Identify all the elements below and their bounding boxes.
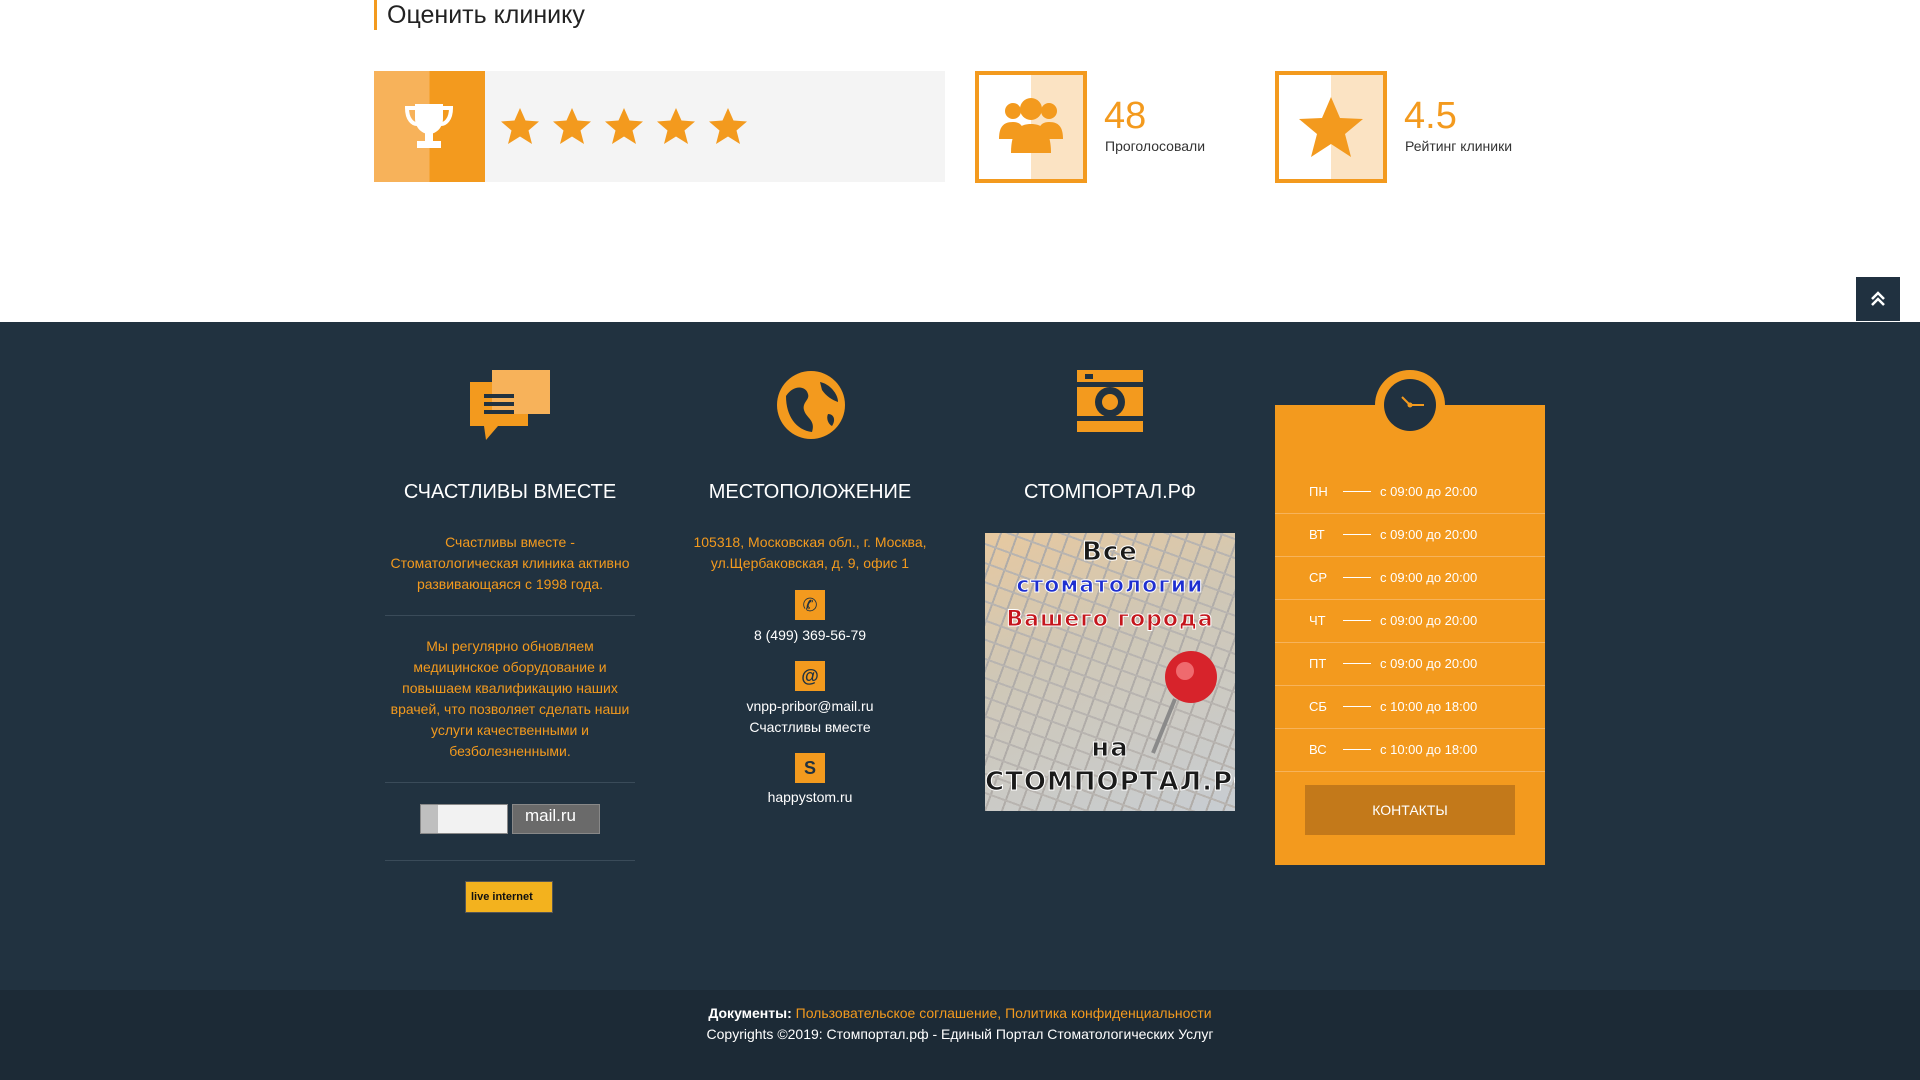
bottom-bar: Документы: Пользовательское соглашение, … xyxy=(0,990,1920,1080)
rating-star-4[interactable] xyxy=(654,104,698,148)
star-icon xyxy=(553,108,591,144)
camera-icon xyxy=(1077,370,1143,432)
schedule-time: с 09:00 до 20:00 xyxy=(1380,613,1478,628)
mail-counter-label: mail.ru xyxy=(525,806,577,825)
schedule-time: с 10:00 до 18:00 xyxy=(1380,742,1478,757)
users-group-icon xyxy=(999,98,1063,153)
liveinternet-label: live internet xyxy=(471,891,533,903)
trophy-tile xyxy=(374,71,485,182)
address: 105318, Московская обл., г. Москва, ул.Щ… xyxy=(693,534,927,571)
schedule-row: ВТ с 09:00 до 20:00 xyxy=(1275,513,1545,557)
rating-star-1[interactable] xyxy=(498,104,542,148)
banner-line-4: на xyxy=(1091,733,1129,764)
schedule-time: с 09:00 до 20:00 xyxy=(1380,570,1478,585)
schedule-day: ПН xyxy=(1309,484,1328,499)
scroll-to-top-button[interactable] xyxy=(1856,277,1900,321)
user-agreement-link[interactable]: Пользовательское соглашение xyxy=(796,1005,998,1021)
rating-tile xyxy=(1275,71,1387,183)
banner-line-5: СТОМПОРТАЛ.РФ xyxy=(985,767,1235,798)
counter-badge-yandex[interactable] xyxy=(420,804,508,834)
rating-star-2[interactable] xyxy=(550,104,594,148)
trophy-icon xyxy=(404,104,454,148)
chat-bubbles-icon xyxy=(470,370,550,440)
website-link[interactable]: happystom.ru xyxy=(685,787,935,808)
votes-count: 48 xyxy=(1104,95,1147,137)
clock-icon xyxy=(1384,379,1436,431)
schedule-row: ЧТ с 09:00 до 20:00 xyxy=(1275,599,1545,643)
schedule-day: ВС xyxy=(1309,742,1327,757)
schedule-row: ВС с 10:00 до 18:00 xyxy=(1275,728,1545,772)
about-text-1: Счастливы вместе - Стоматологическая кли… xyxy=(390,534,630,592)
schedule-day: ПТ xyxy=(1309,656,1327,671)
contacts-button[interactable]: КОНТАКТЫ xyxy=(1305,785,1515,835)
liveinternet-counter[interactable]: live internet xyxy=(465,881,553,913)
phone-icon: ✆ xyxy=(795,590,825,620)
schedule-dash xyxy=(1343,620,1371,621)
schedule-row: СБ с 10:00 до 18:00 xyxy=(1275,685,1545,729)
schedule-day: ЧТ xyxy=(1309,613,1326,628)
copyright: Copyrights ©2019: Стомпортал.рф - Единый… xyxy=(706,1026,1214,1042)
schedule-dash xyxy=(1343,491,1371,492)
schedule-dash xyxy=(1343,749,1371,750)
documents-label: Документы: xyxy=(708,1005,792,1021)
schedule-row: ПН с 09:00 до 20:00 xyxy=(1275,470,1545,514)
star-icon xyxy=(657,108,695,144)
banner-line-2: стоматологии xyxy=(1016,573,1204,599)
counter-badge-mail[interactable]: mail.ru xyxy=(512,804,600,834)
rating-label: Рейтинг клиники xyxy=(1405,138,1513,154)
schedule-day: СБ xyxy=(1309,699,1327,714)
email-link[interactable]: vnpp-pribor@mail.ru xyxy=(685,696,935,717)
schedule-dash xyxy=(1343,663,1371,664)
documents-line: Документы: Пользовательское соглашение, … xyxy=(0,1003,1920,1024)
banner-line-1: Все xyxy=(1082,537,1138,568)
globe-icon xyxy=(777,371,845,439)
email-icon: @ xyxy=(795,661,825,691)
star-icon xyxy=(605,108,643,144)
phone-number[interactable]: 8 (499) 369-56-79 xyxy=(685,625,935,646)
link-separator: , xyxy=(997,1005,1002,1021)
stomportal-banner[interactable]: Все стоматологии Вашего города на СТОМПО… xyxy=(985,533,1235,811)
about-title: СЧАСТЛИВЫ ВМЕСТЕ xyxy=(403,481,617,503)
schedule-day: СР xyxy=(1309,570,1328,585)
star-rating-widget[interactable] xyxy=(374,71,945,182)
location-title: МЕСТОПОЛОЖЕНИЕ xyxy=(708,481,912,503)
rating-star-5[interactable] xyxy=(706,104,750,148)
schedule-time: с 09:00 до 20:00 xyxy=(1380,484,1478,499)
skype-icon: S xyxy=(795,753,825,783)
schedule-dash xyxy=(1343,534,1371,535)
email-note: Счастливы вместе xyxy=(749,719,871,735)
star-icon xyxy=(709,108,747,144)
star-icon xyxy=(501,108,539,144)
schedule-dash xyxy=(1343,706,1371,707)
schedule-day: ВТ xyxy=(1309,527,1325,542)
portal-title: СТОМПОРТАЛ.РФ xyxy=(1023,481,1197,503)
divider xyxy=(385,782,635,783)
working-hours-panel: ПН с 09:00 до 20:00 ВТ с 09:00 до 20:00 СР с … xyxy=(1275,405,1545,865)
about-text-2: Мы регулярно обновляем медицинское обору… xyxy=(390,638,630,759)
divider xyxy=(385,615,635,616)
schedule-row: СР с 09:00 до 20:00 xyxy=(1275,556,1545,600)
footer xyxy=(0,322,1920,990)
schedule-time: с 09:00 до 20:00 xyxy=(1380,656,1478,671)
clock-badge xyxy=(1375,370,1445,440)
banner-line-3: Вашего города xyxy=(1006,607,1214,633)
schedule-row: ПТ с 09:00 до 20:00 xyxy=(1275,642,1545,686)
star-icon xyxy=(1299,97,1363,157)
votes-label: Проголосовали xyxy=(1105,138,1206,154)
schedule-dash xyxy=(1343,577,1371,578)
rating-value: 4.5 xyxy=(1404,95,1457,137)
votes-tile xyxy=(975,71,1087,183)
schedule-time: с 10:00 до 18:00 xyxy=(1380,699,1478,714)
rating-section-title: Оценить клинику xyxy=(374,0,585,30)
divider xyxy=(385,860,635,861)
double-chevron-up-icon xyxy=(1871,291,1885,306)
privacy-policy-link[interactable]: Политика конфиденциальности xyxy=(1005,1005,1212,1021)
schedule-time: с 09:00 до 20:00 xyxy=(1380,527,1478,542)
rating-star-3[interactable] xyxy=(602,104,646,148)
